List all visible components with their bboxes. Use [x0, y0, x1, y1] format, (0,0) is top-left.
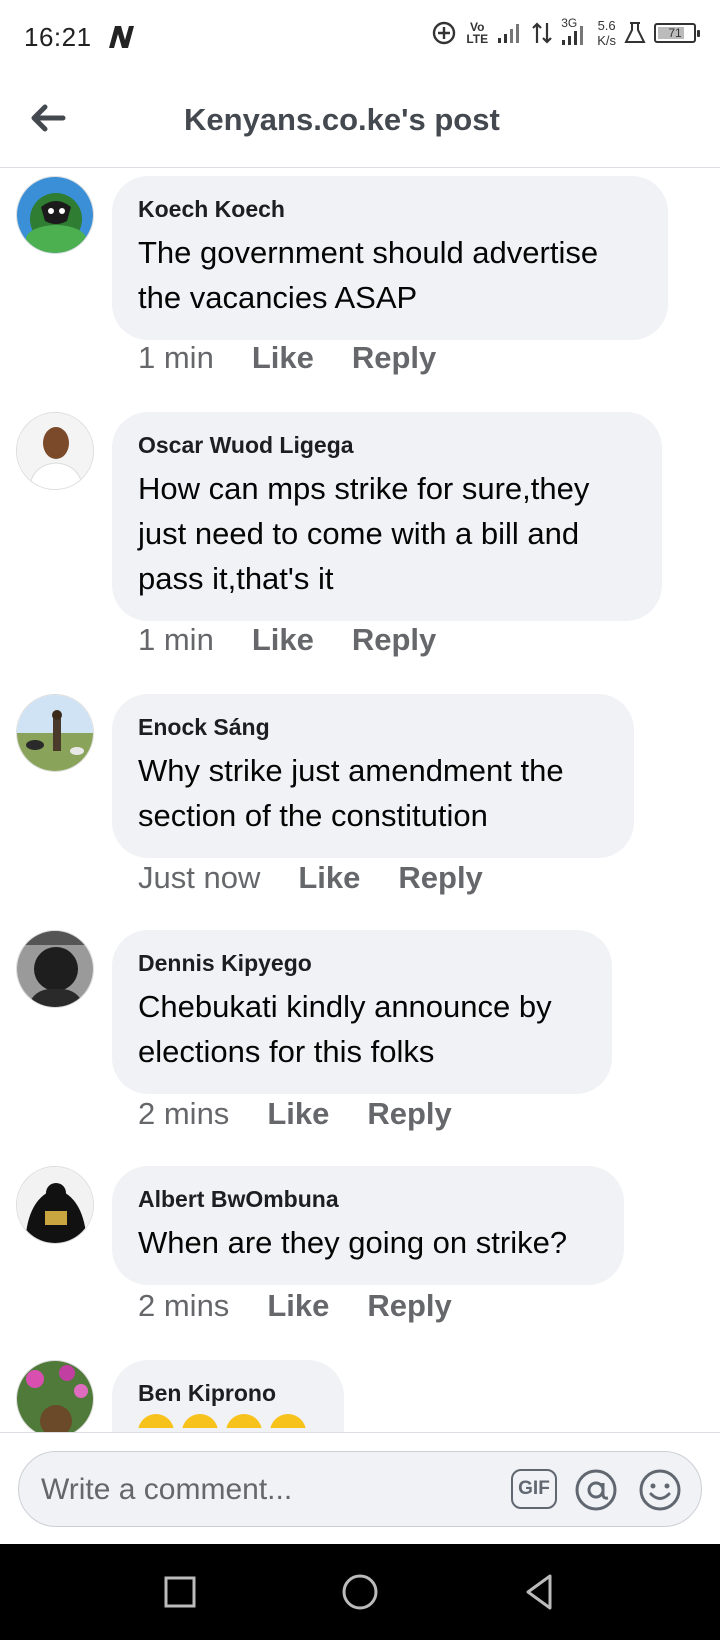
comment-time: 1 min	[138, 622, 214, 657]
emoji-icon	[226, 1414, 262, 1428]
post-header: Kenyans.co.ke's post	[0, 74, 720, 168]
reply-button[interactable]: Reply	[367, 1096, 451, 1132]
net-speed: 5.6 K/s	[597, 18, 616, 48]
reply-button[interactable]: Reply	[398, 860, 482, 896]
comment-actions: 1 min Like Reply	[138, 340, 436, 376]
gif-button[interactable]: GIF	[511, 1469, 557, 1509]
comment-author[interactable]: Koech Koech	[138, 194, 642, 224]
composer-box: GIF	[18, 1451, 702, 1527]
comment-time: 2 mins	[138, 1288, 230, 1323]
arrow-left-icon	[31, 104, 66, 132]
comment-bubble[interactable]: Dennis Kipyego Chebukati kindly announce…	[112, 930, 612, 1094]
data-saver-icon	[433, 21, 456, 45]
data-transfer-icon	[532, 22, 552, 44]
avatar-image	[17, 177, 93, 253]
comment-author[interactable]: Ben Kiprono	[138, 1378, 318, 1408]
emoji-icon	[138, 1414, 174, 1428]
like-button[interactable]: Like	[267, 1096, 329, 1132]
comment-author[interactable]: Dennis Kipyego	[138, 948, 586, 978]
comment-author[interactable]: Albert BwOmbuna	[138, 1184, 598, 1214]
gif-label: GIF	[518, 1478, 550, 1499]
n-notification-icon	[108, 26, 134, 48]
emoji-icon[interactable]	[637, 1467, 683, 1513]
status-bar: 16:21 Vo LTE 3G 5.6 K/s 71	[0, 0, 720, 74]
status-time: 16:21	[24, 21, 92, 52]
comment-bubble[interactable]: Oscar Wuod Ligega How can mps strike for…	[112, 412, 662, 621]
reply-button[interactable]: Reply	[352, 340, 436, 376]
comment-text: Why strike just amendment the section of…	[138, 753, 564, 833]
avatar-image	[17, 1361, 93, 1432]
like-button[interactable]: Like	[298, 860, 360, 896]
comment-time: 2 mins	[138, 1096, 230, 1131]
signal-3g: 3G	[561, 16, 589, 46]
like-button[interactable]: Like	[252, 622, 314, 658]
avatar[interactable]	[16, 412, 94, 490]
avatar-image	[17, 1167, 93, 1243]
avatar[interactable]	[16, 694, 94, 772]
speed-value: 5.6	[597, 18, 616, 33]
comment-bubble[interactable]: Enock Sáng Why strike just amendment the…	[112, 694, 634, 858]
like-button[interactable]: Like	[252, 340, 314, 376]
avatar[interactable]	[16, 930, 94, 1008]
comment-author[interactable]: Enock Sáng	[138, 712, 608, 742]
back-nav-icon[interactable]	[518, 1570, 562, 1614]
avatar[interactable]	[16, 1166, 94, 1244]
battery-level: 71	[668, 26, 682, 40]
emoji-icon	[182, 1414, 218, 1428]
avatar[interactable]	[16, 176, 94, 254]
signal-icon	[498, 24, 520, 43]
comment-composer: GIF	[0, 1432, 720, 1544]
comment-text: The government should advertise the vaca…	[138, 235, 599, 315]
avatar-image	[17, 413, 93, 489]
comment-time: Just now	[138, 860, 261, 895]
comment-actions: 1 min Like Reply	[138, 622, 436, 658]
emoji-icon	[270, 1414, 306, 1428]
comments-list: Koech Koech The government should advert…	[0, 168, 720, 1432]
comment-author[interactable]: Oscar Wuod Ligega	[138, 430, 636, 460]
reply-button[interactable]: Reply	[367, 1288, 451, 1324]
home-icon[interactable]	[338, 1570, 382, 1614]
avatar[interactable]	[16, 1360, 94, 1432]
comment-text: Chebukati kindly announce by elections f…	[138, 989, 552, 1069]
comment-actions: 2 mins Like Reply	[138, 1096, 452, 1132]
avatar-image	[17, 931, 93, 1007]
back-button[interactable]	[26, 96, 70, 140]
volte-label: Vo LTE	[466, 20, 489, 46]
status-icons: Vo LTE 3G 5.6 K/s 71	[431, 16, 700, 48]
recent-apps-icon[interactable]	[158, 1570, 202, 1614]
page-title: Kenyans.co.ke's post	[184, 102, 500, 137]
comment-bubble[interactable]: Albert BwOmbuna When are they going on s…	[112, 1166, 624, 1285]
system-nav-bar	[0, 1544, 720, 1640]
comment-text: When are they going on strike?	[138, 1225, 568, 1260]
comment-bubble[interactable]: Ben Kiprono	[112, 1360, 344, 1432]
comment-actions: 2 mins Like Reply	[138, 1288, 452, 1324]
lab-flask-icon	[624, 22, 646, 43]
like-button[interactable]: Like	[267, 1288, 329, 1324]
comment-text: How can mps strike for sure,they just ne…	[138, 471, 590, 596]
comment-time: 1 min	[138, 340, 214, 375]
mention-icon[interactable]	[573, 1467, 619, 1513]
avatar-image	[17, 695, 93, 771]
speed-unit: K/s	[597, 33, 616, 48]
comment-actions: Just now Like Reply	[138, 860, 483, 896]
emoji-reactions-text	[138, 1414, 318, 1428]
battery-icon: 71	[654, 23, 700, 43]
signal-icon-2	[562, 26, 584, 45]
reply-button[interactable]: Reply	[352, 622, 436, 658]
comment-input[interactable]	[41, 1468, 501, 1512]
comment-bubble[interactable]: Koech Koech The government should advert…	[112, 176, 668, 340]
